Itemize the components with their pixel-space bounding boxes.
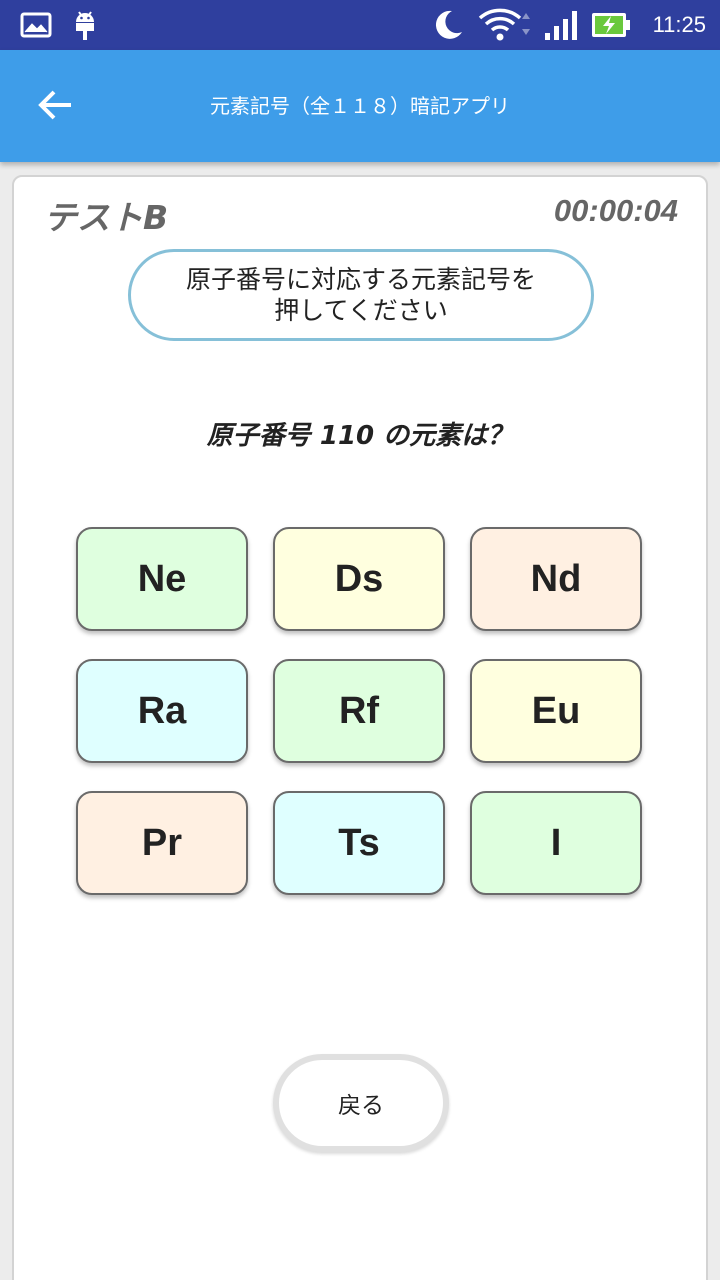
timer: 00:00:04 [553, 193, 678, 228]
choice-button[interactable]: Eu [470, 659, 642, 763]
question-text: 原子番号 110 の元素は？ [206, 421, 514, 451]
android-icon [72, 0, 98, 50]
choice-button[interactable]: Nd [470, 527, 642, 631]
battery-charging-icon [590, 0, 632, 50]
choice-button[interactable]: Ds [273, 527, 445, 631]
choice-button[interactable]: Pr [76, 791, 248, 895]
wifi-icon [478, 0, 532, 50]
app-bar: 元素記号（全１１８）暗記アプリ [0, 50, 720, 162]
image-icon [20, 0, 52, 50]
instruction-box: 原子番号に対応する元素記号を 押してください [128, 249, 594, 341]
choice-button[interactable]: I [470, 791, 642, 895]
instruction-line-2: 押してください [274, 296, 448, 325]
choice-button[interactable]: Ts [273, 791, 445, 895]
instruction-line-1: 原子番号に対応する元素記号を [185, 265, 536, 294]
choice-button[interactable]: Ne [76, 527, 248, 631]
quiz-card: テストB 00:00:04 原子番号に対応する元素記号を 押してください 原子番… [12, 175, 708, 1280]
choice-button[interactable]: Ra [76, 659, 248, 763]
choice-button[interactable]: Rf [273, 659, 445, 763]
signal-icon [544, 0, 580, 50]
status-bar: 11:25 [0, 0, 720, 50]
moon-icon [430, 0, 464, 50]
app-title: 元素記号（全１１８）暗記アプリ [210, 94, 510, 118]
return-button[interactable]: 戻る [273, 1054, 449, 1152]
test-name: テストB [44, 198, 169, 237]
clock: 11:25 [652, 12, 706, 37]
